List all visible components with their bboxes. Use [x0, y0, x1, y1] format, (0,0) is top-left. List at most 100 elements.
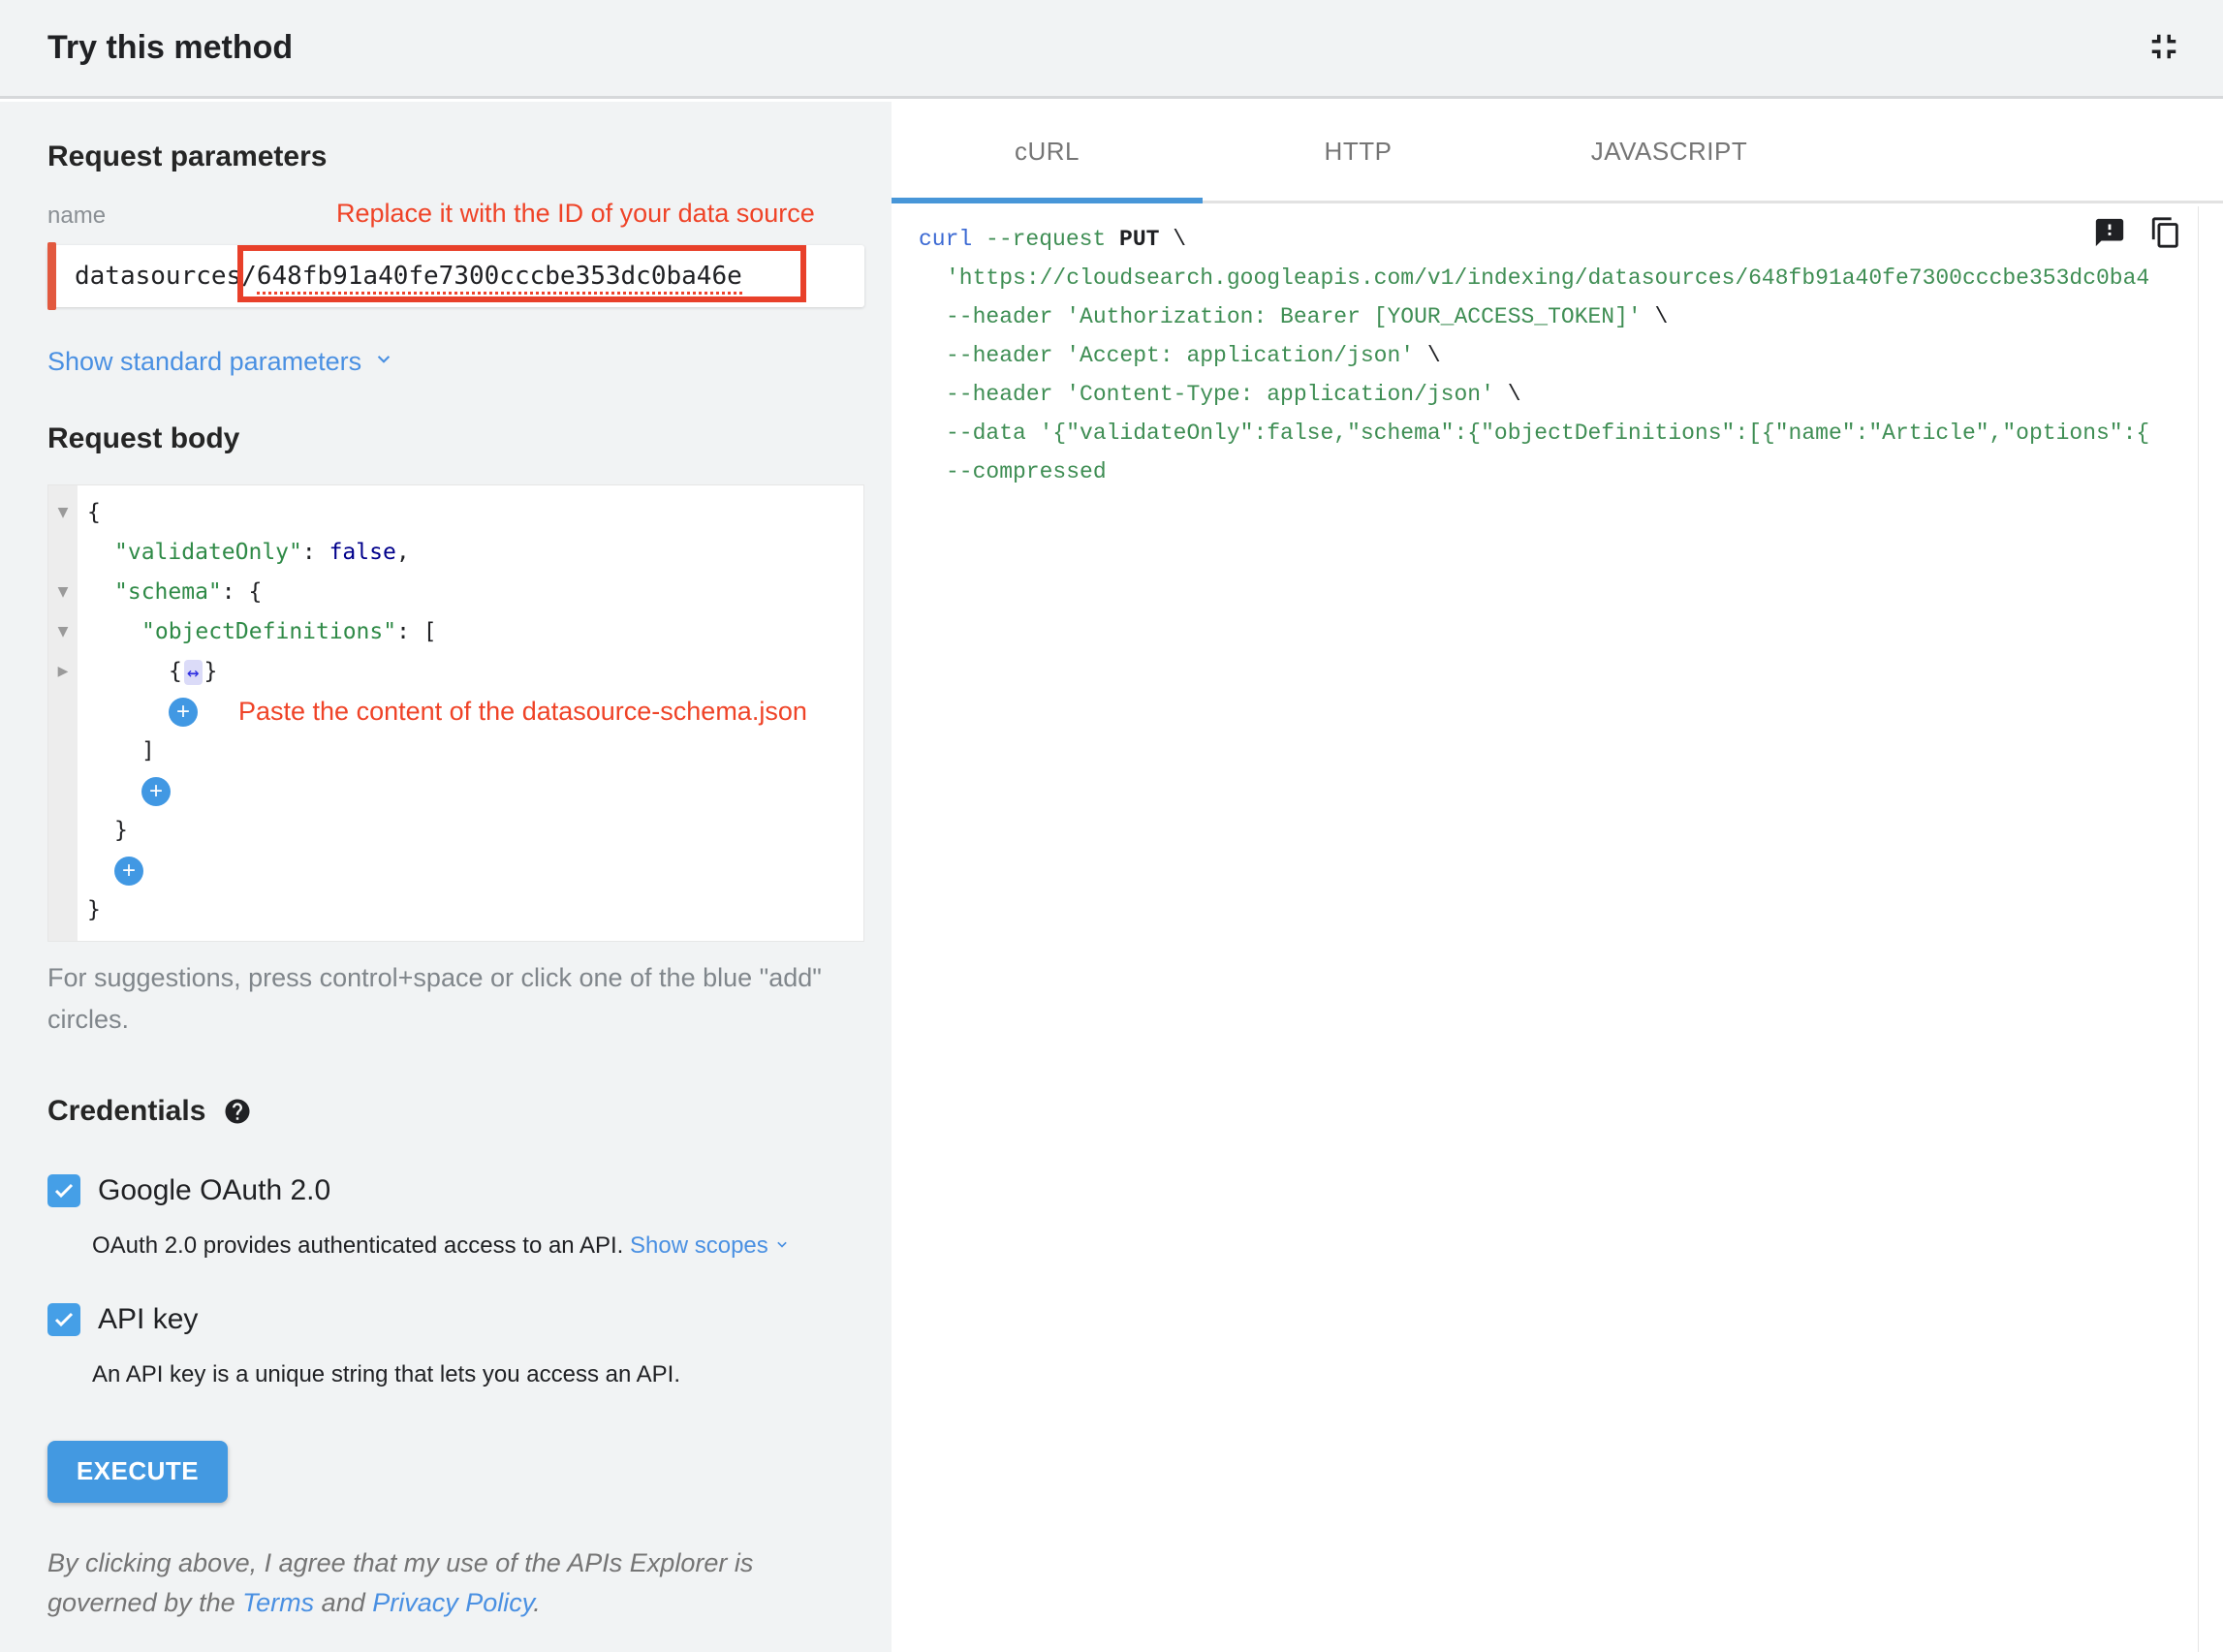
editor-token: } [87, 890, 101, 930]
terms-link[interactable]: Terms [242, 1588, 314, 1617]
feedback-button[interactable] [2093, 216, 2126, 252]
copy-icon [2149, 216, 2182, 252]
editor-line: + [48, 851, 863, 890]
feedback-icon [2093, 216, 2126, 252]
show-scopes-link[interactable]: Show scopes [630, 1232, 792, 1259]
editor-line: ▶{↔} [48, 652, 863, 692]
credentials-heading-row: Credentials [47, 1095, 864, 1128]
editor-line: ▼"schema": { [48, 573, 863, 612]
show-standard-parameters-label: Show standard parameters [47, 347, 361, 377]
code-token: --data '{"validateOnly":false,"schema":{… [946, 421, 2149, 446]
request-parameters-heading: Request parameters [47, 140, 864, 173]
code-line: curl --request PUT \ [919, 220, 2198, 259]
add-field-button[interactable]: + [114, 857, 143, 886]
oauth-checkbox[interactable] [47, 1174, 80, 1207]
copy-code-button[interactable] [2149, 216, 2182, 252]
credentials-heading: Credentials [47, 1095, 205, 1128]
editor-line: ] [48, 732, 863, 771]
code-line: --header 'Accept: application/json' \ [919, 336, 2198, 375]
code-line: --header 'Authorization: Bearer [YOUR_AC… [919, 297, 2198, 336]
code-token: \ [1159, 227, 1186, 252]
editor-line: } [48, 811, 863, 851]
code-actions [2093, 216, 2182, 252]
editor-token: ] [141, 732, 155, 771]
editor-line-content: ] [78, 732, 155, 771]
name-field-label: name [47, 203, 106, 229]
oauth-description: OAuth 2.0 provides authenticated access … [92, 1232, 864, 1261]
collapse-triangle-icon[interactable]: ▼ [48, 573, 78, 612]
code-line: --compressed [919, 452, 2198, 491]
collapse-triangle-icon[interactable]: ▼ [48, 612, 78, 652]
request-form-panel: Request parameters name Replace it with … [0, 102, 892, 1652]
help-icon[interactable] [223, 1097, 252, 1126]
disclaimer-text: . [533, 1588, 541, 1617]
editor-line-content: + Paste the content of the datasource-sch… [78, 692, 807, 732]
api-key-label: API key [98, 1303, 198, 1336]
oauth-label: Google OAuth 2.0 [98, 1174, 330, 1207]
editor-line-content: "validateOnly": false, [78, 533, 410, 573]
gutter-cell [48, 811, 78, 851]
collapse-triangle-icon[interactable]: ▼ [48, 493, 78, 533]
editor-line-content: + [78, 771, 171, 811]
add-field-button[interactable]: + [141, 777, 171, 806]
request-body-editor[interactable]: ▼{"validateOnly": false,▼"schema": {▼"ob… [47, 484, 864, 942]
curl-code-block: curl --request PUT \ 'https://cloudsearch… [919, 220, 2198, 1652]
oauth-credential-row: Google OAuth 2.0 [47, 1174, 864, 1207]
suggestions-hint: For suggestions, press control+space or … [47, 957, 832, 1041]
chevron-down-icon [772, 1233, 792, 1260]
execute-button[interactable]: EXECUTE [47, 1441, 228, 1503]
gutter-cell [48, 533, 78, 573]
code-token: --header 'Accept: application/json' [946, 343, 1414, 368]
expand-triangle-icon[interactable]: ▶ [48, 652, 78, 692]
oauth-description-text: OAuth 2.0 provides authenticated access … [92, 1232, 623, 1259]
editor-annotation: Paste the content of the datasource-sche… [238, 692, 807, 732]
code-sample-panel: cURLHTTPJAVASCRIPT curl --request PUT \ '… [892, 102, 2223, 1652]
editor-line: ▼ "objectDefinitions": [ [48, 612, 863, 652]
editor-token: , [396, 533, 410, 573]
gutter-cell [48, 732, 78, 771]
show-standard-parameters-link[interactable]: Show standard parameters [47, 346, 396, 378]
tab-curl[interactable]: cURL [892, 102, 1203, 201]
code-token: 'https://cloudsearch.googleapis.com/v1/i… [946, 265, 2149, 291]
gutter-cell [48, 771, 78, 811]
tab-http[interactable]: HTTP [1203, 102, 1514, 201]
editor-token: false [329, 533, 396, 573]
collapse-panel-button[interactable] [2144, 26, 2184, 70]
editor-line: + [48, 771, 863, 811]
code-line: --data '{"validateOnly":false,"schema":{… [919, 414, 2198, 452]
editor-token: : [302, 533, 329, 573]
panel-header: Try this method [0, 0, 2223, 99]
code-token: curl [919, 227, 986, 252]
editor-line-content: } [78, 890, 101, 930]
code-token: \ [1414, 343, 1441, 368]
name-field-row: name Replace it with the ID of your data… [47, 199, 864, 234]
disclaimer-text: and [314, 1588, 372, 1617]
api-key-credential-row: API key [47, 1303, 864, 1336]
code-token: \ [1494, 382, 1521, 407]
fullscreen-exit-icon [2144, 26, 2184, 70]
editor-line-content: "schema": { [78, 573, 262, 612]
editor-token: : { [222, 573, 263, 612]
terms-disclaimer: By clicking above, I agree that my use o… [47, 1543, 852, 1623]
editor-line-content: + [78, 851, 143, 890]
editor-token: "objectDefinitions" [141, 612, 396, 652]
request-body-heading: Request body [47, 422, 864, 455]
scrollbar-track[interactable] [2198, 206, 2199, 1652]
editor-line: ▼{ [48, 493, 863, 533]
code-token: --header 'Content-Type: application/json… [946, 382, 1494, 407]
name-input-prefix: datasources/ [75, 262, 257, 291]
collapsed-content-icon[interactable]: ↔ [184, 660, 203, 685]
gutter-cell [48, 692, 78, 732]
code-token: PUT [1119, 227, 1159, 252]
editor-token: : [ [396, 612, 437, 652]
code-token: --request [986, 227, 1119, 252]
datasource-id-wrap: 648fb91a40fe7300cccbe353dc0ba46e [257, 262, 742, 291]
code-line: 'https://cloudsearch.googleapis.com/v1/i… [919, 259, 2198, 297]
add-field-button[interactable]: + [169, 698, 198, 727]
name-input[interactable]: datasources/648fb91a40fe7300cccbe353dc0b… [47, 245, 864, 307]
api-key-checkbox[interactable] [47, 1303, 80, 1336]
page-title: Try this method [47, 29, 293, 67]
privacy-policy-link[interactable]: Privacy Policy [372, 1588, 533, 1617]
editor-line: "validateOnly": false, [48, 533, 863, 573]
tab-javascript[interactable]: JAVASCRIPT [1514, 102, 1825, 201]
